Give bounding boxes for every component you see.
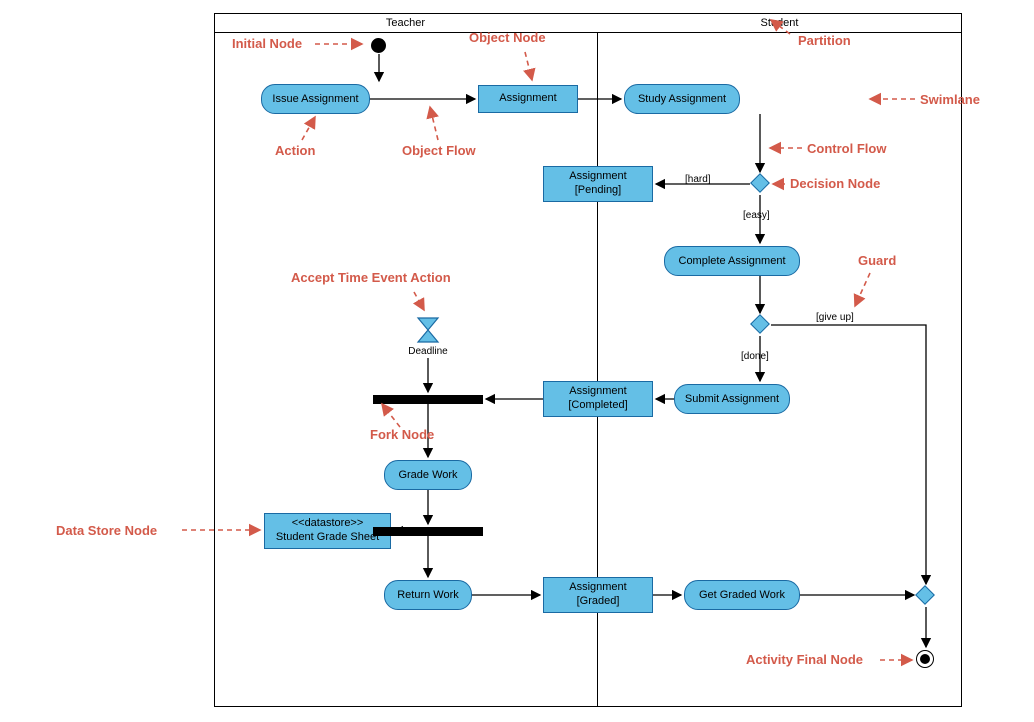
action-get-graded-work: Get Graded Work <box>684 580 800 610</box>
object-assignment-graded: Assignment [Graded] <box>543 577 653 613</box>
object-label: Assignment <box>569 170 626 184</box>
anno-data-store: Data Store Node <box>56 523 157 538</box>
action-study-assignment: Study Assignment <box>624 84 740 114</box>
object-assignment-pending: Assignment [Pending] <box>543 166 653 202</box>
deadline-label: Deadline <box>406 346 450 357</box>
lane-header-teacher: Teacher <box>214 13 597 33</box>
action-grade-work: Grade Work <box>384 460 472 490</box>
action-issue-assignment: Issue Assignment <box>261 84 370 114</box>
guard-done: [done] <box>741 351 769 362</box>
guard-hard: [hard] <box>685 174 711 185</box>
initial-node <box>371 38 386 53</box>
fork-node-2 <box>373 527 483 536</box>
datastore-label: Student Grade Sheet <box>276 531 379 545</box>
action-submit-assignment: Submit Assignment <box>674 384 790 414</box>
datastore-node: <<datastore>> Student Grade Sheet <box>264 513 391 549</box>
object-assignment-completed: Assignment [Completed] <box>543 381 653 417</box>
guard-giveup: [give up] <box>816 312 854 323</box>
lane-header-student: Student <box>597 13 962 33</box>
activity-final-node <box>916 650 934 668</box>
object-assignment: Assignment <box>478 85 578 113</box>
guard-easy: [easy] <box>743 210 770 221</box>
object-state: [Pending] <box>575 184 621 198</box>
object-state: [Completed] <box>568 399 627 413</box>
fork-node-1 <box>373 395 483 404</box>
object-state: [Graded] <box>577 595 620 609</box>
accept-time-event-icon <box>416 316 440 349</box>
action-return-work: Return Work <box>384 580 472 610</box>
action-complete-assignment: Complete Assignment <box>664 246 800 276</box>
datastore-stereo: <<datastore>> <box>292 517 364 531</box>
object-label: Assignment <box>569 581 626 595</box>
object-label: Assignment <box>569 385 626 399</box>
